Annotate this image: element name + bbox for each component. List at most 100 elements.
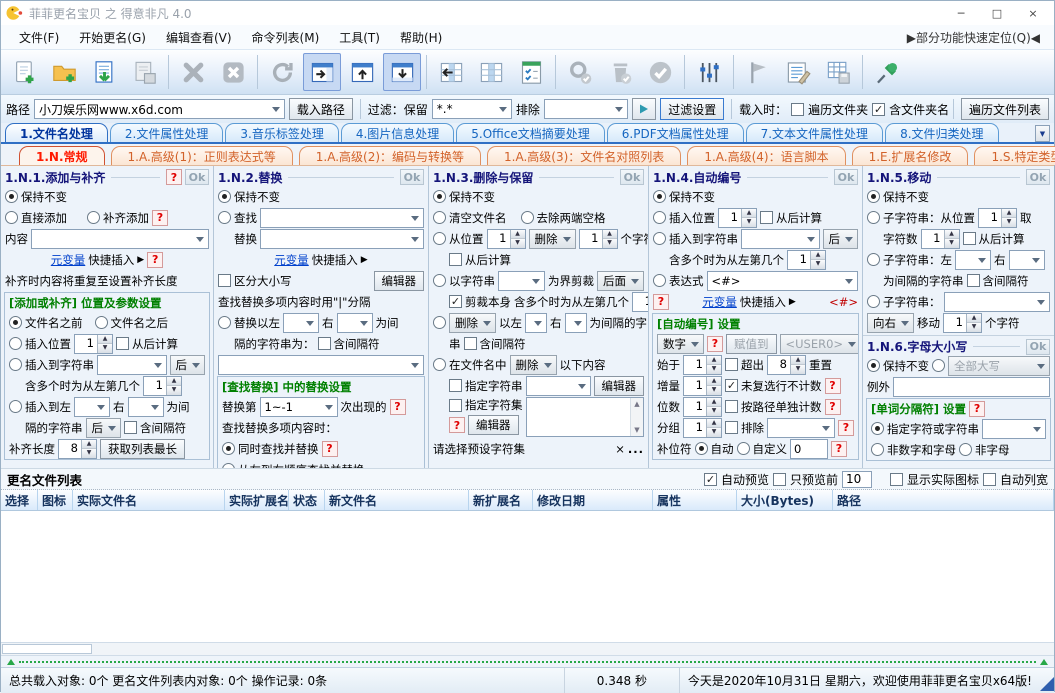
spin-up-icon[interactable]: ▲ — [791, 355, 805, 365]
p2-find-radio[interactable] — [218, 211, 231, 224]
p3-spec-charset-checkbox[interactable] — [449, 398, 462, 412]
spin-down-icon[interactable]: ▼ — [82, 449, 96, 458]
p1-before-after-dropdown[interactable]: 后 — [169, 354, 205, 375]
p3-cut-self-checkbox[interactable] — [449, 295, 462, 308]
spin-up-icon[interactable]: ▲ — [742, 208, 756, 218]
refresh-icon[interactable] — [263, 53, 301, 91]
p4-insert-pos-radio[interactable] — [653, 211, 666, 224]
p3-delete-dropdown2[interactable]: 删除 — [449, 312, 496, 333]
p1-before-name-radio[interactable] — [9, 316, 22, 329]
help-button[interactable]: ? — [152, 209, 168, 226]
ok-button[interactable]: Ok — [400, 169, 424, 185]
show-icons-checkbox[interactable] — [889, 472, 903, 486]
subtab-regex[interactable]: 1.A.高级(1)：正则表达式等 — [110, 146, 293, 165]
p6-spec-chars-radio[interactable] — [871, 422, 884, 435]
menu-help[interactable]: 帮助(H) — [390, 26, 452, 49]
p5-from-end-checkbox[interactable] — [962, 232, 976, 245]
tab-file-classify[interactable]: 8.文件归类处理 — [885, 123, 999, 142]
tab-file-attr[interactable]: 2.文件属性处理 — [109, 123, 224, 142]
p5-pos-spinner[interactable]: 1 ▲ ▼ — [978, 207, 1017, 228]
p5-count-spinner[interactable]: 1 ▲ ▼ — [920, 228, 960, 249]
col-size[interactable]: 大小(Bytes) — [737, 490, 833, 510]
p3-spec-string-combo[interactable] — [525, 375, 591, 396]
menu-edit-view[interactable]: 编辑查看(V) — [156, 26, 242, 49]
p3-preset-combo[interactable]: 请选择预设字符集 — [433, 441, 525, 457]
col-new-name[interactable]: 新文件名 — [325, 490, 469, 510]
p6-non-alnum-radio[interactable] — [871, 443, 884, 456]
p1-keep-radio[interactable] — [5, 190, 18, 203]
subtab-extension[interactable]: 1.E.扩展名修改 — [851, 146, 969, 165]
p6-spec-chars-combo[interactable] — [982, 418, 1046, 439]
p3-delete-dropdown3[interactable]: 删除 — [509, 354, 557, 375]
col-new-ext[interactable]: 新扩展名 — [469, 490, 533, 510]
file-table-body[interactable] — [1, 511, 1054, 643]
p4-var-link[interactable]: 元变量 — [702, 294, 737, 310]
p4-per-path-checkbox[interactable] — [725, 400, 738, 413]
spin-down-icon[interactable]: ▼ — [707, 428, 721, 437]
p2-sequential-radio[interactable] — [222, 463, 235, 468]
pin-icon[interactable] — [868, 53, 906, 91]
p5-substr-radio[interactable] — [867, 295, 880, 308]
menu-file[interactable]: 文件(F) — [9, 26, 69, 49]
menu-tools[interactable]: 工具(T) — [329, 26, 390, 49]
p4-uncheck-nocount-checkbox[interactable] — [725, 379, 738, 392]
ok-button[interactable]: Ok — [1026, 338, 1050, 355]
delete-check-icon[interactable] — [601, 53, 639, 91]
p4-step-spinner[interactable]: 1 ▲ ▼ — [683, 375, 722, 396]
p2-sep-string-combo[interactable] — [218, 354, 424, 375]
p2-var-link[interactable]: 元变量 — [274, 252, 309, 268]
spin-down-icon[interactable]: ▼ — [967, 323, 981, 332]
subtab-script[interactable]: 1.A.高级(4)：语言脚本 — [687, 146, 846, 165]
splitter-handle-icon[interactable] — [7, 658, 15, 665]
tab-pdf-attr[interactable]: 6.PDF文档属性处理 — [606, 123, 744, 142]
col-actual-ext[interactable]: 实际扩展名 — [225, 490, 289, 510]
col-path[interactable]: 路径 — [833, 490, 1054, 510]
spin-down-icon[interactable]: ▼ — [811, 260, 825, 269]
p3-editor-button[interactable]: 编辑器 — [593, 375, 644, 396]
panel-right-icon[interactable] — [303, 53, 341, 91]
p3-in-name-radio[interactable] — [433, 358, 446, 371]
spin-down-icon[interactable]: ▼ — [742, 218, 756, 227]
p4-pos-spinner[interactable]: 1 ▲ ▼ — [718, 207, 757, 228]
new-file-icon[interactable] — [5, 53, 43, 91]
col-actual-name[interactable]: 实际文件名 — [73, 490, 225, 510]
help-button[interactable]: ? — [824, 377, 841, 394]
p5-right-combo[interactable] — [1008, 249, 1045, 270]
help-button[interactable]: ? — [449, 417, 465, 433]
spin-down-icon[interactable]: ▼ — [602, 239, 617, 248]
p2-find-combo[interactable] — [260, 207, 424, 228]
arrow-right-icon[interactable]: ▶ — [789, 297, 796, 307]
p4-assign-target-dropdown[interactable]: <USER0> — [779, 333, 858, 354]
p3-editor-button2[interactable]: 编辑器 — [468, 415, 519, 435]
col-modified-date[interactable]: 修改日期 — [533, 490, 653, 510]
p5-left-combo[interactable] — [955, 249, 991, 270]
spin-down-icon[interactable]: ▼ — [167, 386, 181, 395]
p1-include-sep-checkbox[interactable] — [124, 421, 137, 434]
apply-filter-button[interactable] — [632, 98, 657, 120]
save-list-icon[interactable] — [125, 53, 163, 91]
p4-start-spinner[interactable]: 1 ▲ ▼ — [683, 354, 722, 375]
include-folder-name-checkbox[interactable] — [872, 102, 886, 116]
p2-editor-button[interactable]: 编辑器 — [373, 270, 424, 291]
p3-clear-name-radio[interactable] — [433, 211, 446, 224]
p5-substr-combo[interactable] — [943, 291, 1050, 312]
p2-include-sep-checkbox[interactable] — [317, 337, 331, 350]
panel-up-icon[interactable] — [343, 53, 381, 91]
p4-overflow-checkbox[interactable] — [725, 358, 738, 371]
subtab-special-type[interactable]: 1.S.特定类型文件名修改 — [974, 146, 1055, 165]
load-list-icon[interactable] — [85, 53, 123, 91]
spin-up-icon[interactable]: ▲ — [707, 418, 721, 428]
help-button[interactable]: ? — [824, 398, 841, 415]
col-status[interactable]: 状态 — [289, 490, 325, 510]
p2-case-checkbox[interactable] — [218, 274, 231, 287]
spin-down-icon[interactable]: ▼ — [707, 365, 721, 374]
p4-before-after-dropdown[interactable]: 后 — [822, 228, 858, 249]
clear-icon[interactable]: × — [615, 442, 625, 456]
p1-insert-pos-spinner[interactable]: 1 ▲ ▼ — [74, 333, 113, 354]
scroll-up-icon[interactable]: ▲ — [634, 400, 639, 408]
col-attributes[interactable]: 属性 — [653, 490, 737, 510]
subtab-normal[interactable]: 1.N.常规 — [19, 146, 105, 165]
p3-count-spinner[interactable]: 1 ▲ ▼ — [578, 228, 618, 249]
ok-button[interactable]: Ok — [834, 169, 858, 185]
p1-left-combo[interactable] — [74, 396, 110, 417]
